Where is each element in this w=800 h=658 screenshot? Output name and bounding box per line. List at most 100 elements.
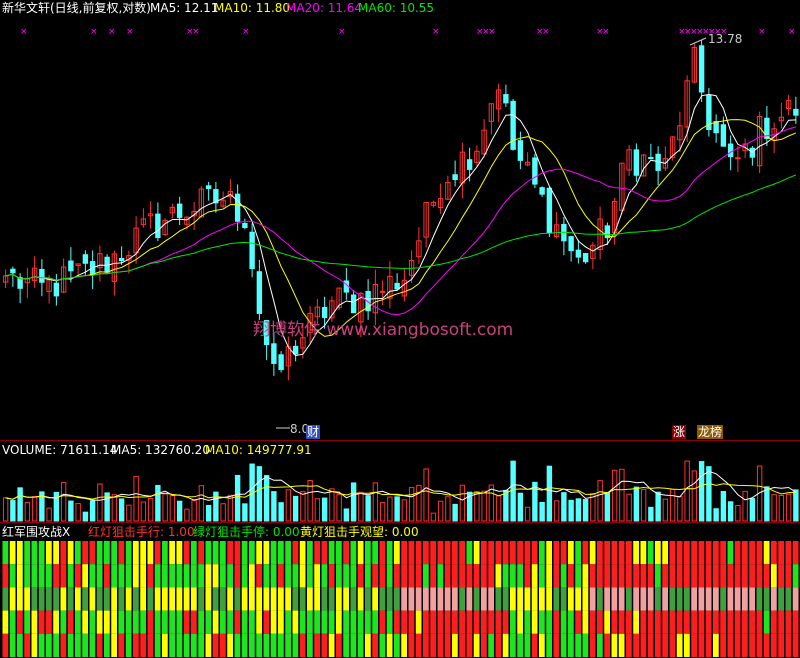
indicator-cell xyxy=(241,564,248,588)
indicator-cell xyxy=(466,541,473,565)
indicator-cell xyxy=(546,610,552,634)
indicator-cell xyxy=(75,587,81,611)
indicator-cell xyxy=(154,587,161,611)
indicator-cell xyxy=(401,564,407,588)
indicator-cell xyxy=(270,541,277,565)
indicator-cell xyxy=(510,610,516,634)
indicator-cell xyxy=(270,564,277,588)
indicator-cell xyxy=(488,564,494,588)
volume-bar xyxy=(155,484,161,522)
indicator-cell xyxy=(394,633,400,657)
indicator-cell xyxy=(792,587,799,611)
indicator-cell xyxy=(343,587,349,611)
indicator-cell xyxy=(575,610,581,634)
volume-bar xyxy=(437,500,444,522)
indicator-cell xyxy=(568,541,574,565)
indicator-cell xyxy=(655,610,661,634)
volume-bar xyxy=(408,487,415,522)
indicator-cell xyxy=(31,633,38,657)
indicator-cell xyxy=(778,633,784,657)
indicator-cell xyxy=(488,610,494,634)
indicator-cell xyxy=(162,587,168,611)
indicator-cell xyxy=(408,610,415,634)
indicator-cell xyxy=(75,633,81,657)
indicator-cell xyxy=(763,564,770,588)
indicator-cell xyxy=(423,564,429,588)
indicator-cell xyxy=(502,587,509,611)
indicator-cell xyxy=(212,587,219,611)
volume-bar xyxy=(379,502,386,522)
volume-bar xyxy=(553,500,560,522)
indicator-cell xyxy=(785,633,792,657)
indicator-cell xyxy=(111,564,117,588)
indicator-cell xyxy=(408,633,415,657)
indicator-cell xyxy=(176,564,183,588)
indicator-yellow-label: 黄灯狙击手观望: 0.00 xyxy=(300,525,419,539)
indicator-cell xyxy=(328,633,335,657)
indicator-cell xyxy=(2,587,9,611)
indicator-cell xyxy=(292,633,299,657)
indicator-cell xyxy=(299,610,306,634)
indicator-cell xyxy=(524,610,531,634)
candle-body xyxy=(713,121,719,134)
indicator-cell xyxy=(423,610,429,634)
indicator-cell xyxy=(669,610,676,634)
indicator-cell xyxy=(792,564,799,588)
indicator-cell xyxy=(343,633,349,657)
indicator-cell xyxy=(67,564,74,588)
badge-longbang[interactable]: 龙榜 xyxy=(697,425,724,439)
indicator-cell xyxy=(611,541,618,565)
indicator-cell xyxy=(473,610,480,634)
indicator-cell xyxy=(459,541,465,565)
indicator-cell xyxy=(727,564,734,588)
indicator-cell xyxy=(118,610,125,634)
volume-indicator-divider xyxy=(0,522,800,523)
indicator-cell xyxy=(263,587,270,611)
indicator-cell xyxy=(647,633,654,657)
indicator-cell xyxy=(270,610,277,634)
signal-marker: × xyxy=(488,27,496,37)
indicator-cell xyxy=(372,633,378,657)
volume-bar xyxy=(314,498,321,522)
candle-body xyxy=(321,306,328,319)
volume-bar xyxy=(713,508,719,522)
indicator-cell xyxy=(350,587,357,611)
indicator-cell xyxy=(756,610,763,634)
volume-bar xyxy=(2,497,9,522)
indicator-cell xyxy=(285,564,291,588)
indicator-cell xyxy=(89,541,96,565)
indicator-cell xyxy=(357,633,364,657)
indicator-cell xyxy=(771,564,777,588)
badge-cai[interactable]: 财 xyxy=(306,425,321,439)
candle-body xyxy=(394,282,400,290)
indicator-cell xyxy=(589,633,596,657)
indicator-cell xyxy=(626,564,632,588)
indicator-cell xyxy=(67,633,74,657)
indicator-cell xyxy=(169,587,175,611)
indicator-cell xyxy=(604,541,610,565)
candle-body xyxy=(271,343,277,364)
indicator-cell xyxy=(328,610,335,634)
indicator-cell xyxy=(792,541,799,565)
candle-body xyxy=(39,268,45,283)
indicator-cell xyxy=(771,541,777,565)
indicator-cell xyxy=(104,587,110,611)
indicator-cell xyxy=(372,610,378,634)
indicator-cell xyxy=(191,564,197,588)
badge-zhang[interactable]: 涨 xyxy=(672,425,687,439)
indicator-cell xyxy=(553,633,560,657)
indicator-cell xyxy=(82,564,88,588)
indicator-cell xyxy=(749,587,755,611)
indicator-cell xyxy=(46,587,52,611)
indicator-cell xyxy=(589,610,596,634)
indicator-cell xyxy=(705,610,712,634)
volume-bar xyxy=(263,475,270,522)
indicator-cell xyxy=(357,541,364,565)
indicator-cell xyxy=(227,564,233,588)
volume-bar xyxy=(771,494,777,522)
indicator-cell xyxy=(734,564,741,588)
signal-marker: × xyxy=(242,27,250,37)
indicator-cell xyxy=(423,541,429,565)
indicator-cell xyxy=(437,541,444,565)
indicator-cell xyxy=(546,564,552,588)
